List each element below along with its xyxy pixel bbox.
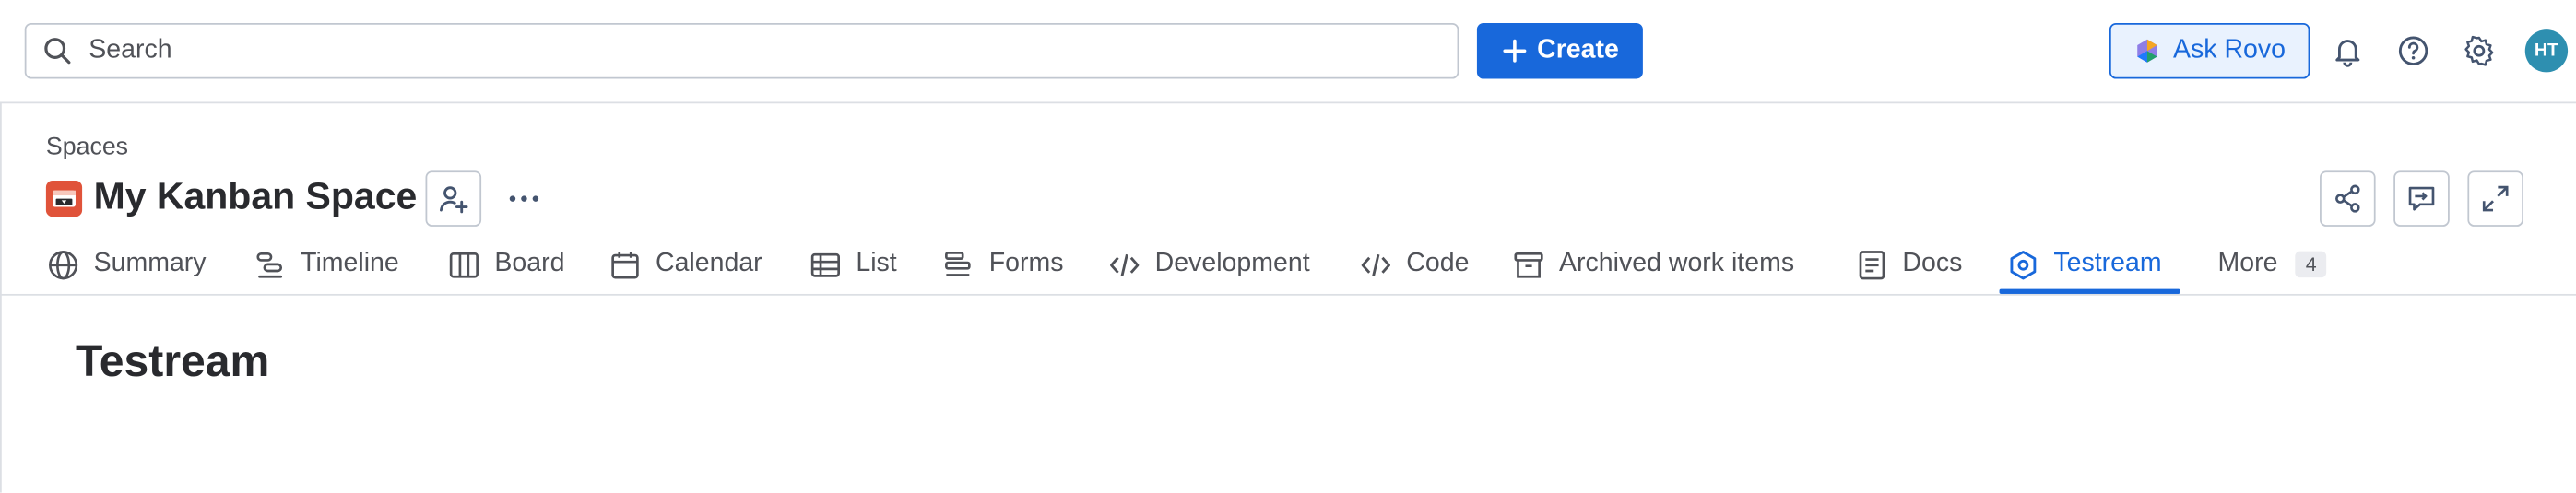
tab-board[interactable]: Board [448,250,564,306]
sidebar-divider [0,101,2,493]
tab-label: Calendar [655,249,762,278]
more-actions-button[interactable] [502,179,545,218]
tab-label: More [2217,249,2278,278]
tab-label: Development [1154,249,1310,278]
search-icon [44,38,71,65]
code-icon [1110,253,1140,276]
rovo-icon [2136,39,2157,63]
timeline-icon [256,252,283,278]
page-title: My Kanban Space [93,173,418,217]
calendar-icon [611,252,639,279]
tab-label: Docs [1902,249,1963,278]
tab-label: Forms [988,249,1064,278]
hexagon-icon [2010,251,2037,280]
list-icon [810,252,840,277]
search-input[interactable] [85,34,1458,68]
content-heading: Testream [75,336,270,386]
tab-label: Archived work items [1559,249,1795,278]
board-icon [449,252,479,278]
space-avatar-icon [45,181,83,217]
notifications-button[interactable] [2330,33,2366,69]
fullscreen-button[interactable] [2467,170,2523,227]
bell-icon [2335,40,2360,67]
tab-code[interactable]: Code [1360,250,1469,306]
search-box[interactable] [24,22,1459,79]
tab-label: Summary [93,249,207,278]
tab-more[interactable]: More 4 [2218,250,2327,306]
feedback-button[interactable] [2393,170,2450,227]
expand-icon [2482,185,2509,212]
feedback-icon [2408,186,2435,211]
archive-icon [1514,252,1543,278]
plus-icon [1502,39,1526,63]
create-button-label: Create [1537,36,1619,65]
breadcrumb[interactable]: Spaces [46,133,128,160]
ask-rovo-label: Ask Rovo [2173,36,2286,65]
more-count-badge: 4 [2296,251,2327,278]
tab-testream[interactable]: Testream [2007,249,2162,306]
docs-icon [1859,251,1885,280]
help-icon [2398,36,2428,65]
tab-label: Code [1406,249,1470,278]
tab-summary[interactable]: Summary [48,250,207,306]
forms-icon [945,252,971,276]
ask-rovo-button[interactable]: Ask Rovo [2109,22,2310,79]
share-icon [2335,184,2360,213]
add-people-button[interactable] [425,170,482,227]
gear-icon [2464,35,2494,66]
tab-list[interactable]: List [809,249,897,306]
top-navigation-bar: Create Ask Rovo HT [0,0,2576,104]
tab-forms[interactable]: Forms [943,249,1064,306]
more-icon [509,195,539,202]
tab-calendar[interactable]: Calendar [609,250,762,306]
avatar[interactable]: HT [2524,29,2569,73]
help-button[interactable] [2395,33,2431,69]
tab-docs[interactable]: Docs [1857,249,1963,306]
tab-archived-work-items[interactable]: Archived work items [1513,250,1794,306]
settings-button[interactable] [2461,33,2497,69]
tab-label: Testream [2053,249,2162,278]
app-window: Create Ask Rovo HT Spaces My Kanb [0,0,2576,493]
tab-label: List [856,249,897,278]
tab-development[interactable]: Development [1109,250,1310,306]
create-button[interactable]: Create [1476,22,1643,79]
add-user-icon [440,186,468,214]
share-button[interactable] [2320,170,2376,227]
tab-label: Board [494,249,565,278]
tabs-divider [0,293,2576,296]
avatar-initials: HT [2534,41,2558,61]
tab-timeline[interactable]: Timeline [254,250,399,306]
globe-icon [49,251,78,280]
code-icon [1361,253,1391,276]
tab-label: Timeline [301,249,399,278]
